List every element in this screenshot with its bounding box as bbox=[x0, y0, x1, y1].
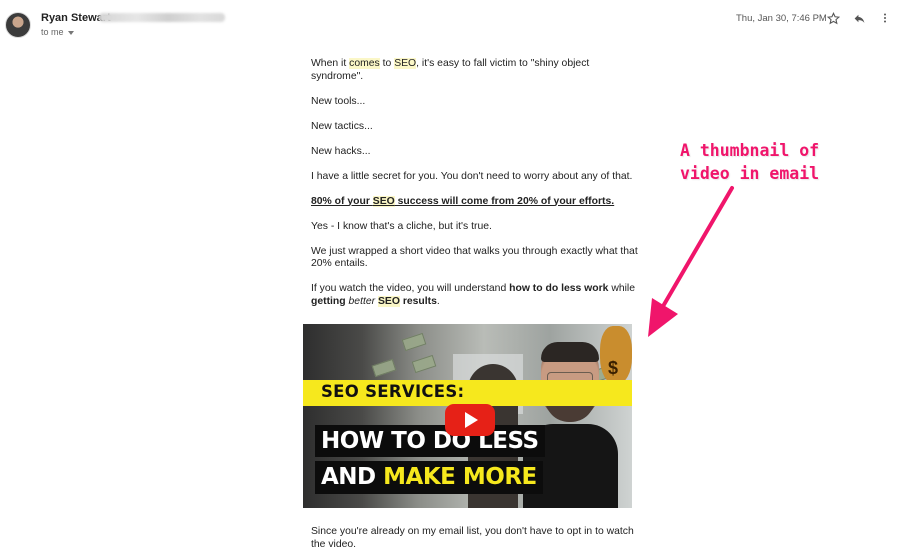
thumbnail-title-line2: AND MAKE MORE bbox=[315, 461, 543, 494]
reply-button[interactable] bbox=[850, 9, 868, 27]
paragraph-new-tactics: New tactics... bbox=[311, 120, 373, 132]
sender-avatar[interactable] bbox=[5, 12, 31, 38]
money-bill-icon bbox=[401, 332, 427, 352]
highlighted-term: comes bbox=[349, 58, 380, 69]
sender-email-redacted bbox=[99, 13, 225, 22]
paragraph-intro: When it comes to SEO, it's easy to fall … bbox=[311, 58, 590, 82]
more-options-button[interactable] bbox=[876, 9, 894, 27]
paragraph-new-hacks: New hacks... bbox=[311, 145, 371, 157]
paragraph-video-intro: We just wrapped a short video that walks… bbox=[311, 245, 638, 270]
thumbnail-banner-text: SEO SERVICES: bbox=[321, 382, 465, 401]
recipient-details-toggle[interactable]: to me bbox=[41, 27, 74, 37]
highlighted-term: SEO bbox=[377, 295, 400, 307]
paragraph-watch: If you watch the video, you will underst… bbox=[311, 283, 636, 307]
paragraph-new-tools: New tools... bbox=[311, 95, 366, 107]
more-vert-icon bbox=[884, 13, 886, 23]
email-date: Thu, Jan 30, 7:46 PM bbox=[736, 13, 827, 24]
money-bill-icon bbox=[411, 354, 437, 374]
email-body: When it comes to SEO, it's easy to fall … bbox=[311, 58, 641, 321]
reply-icon bbox=[854, 14, 864, 23]
paragraph-secret: I have a little secret for you. You don'… bbox=[311, 170, 633, 182]
dollar-sign: $ bbox=[608, 358, 619, 378]
paragraph-cliche: Yes - I know that's a cliche, but it's t… bbox=[311, 220, 492, 232]
video-thumbnail-link[interactable]: $ SEO SERVICES: HOW TO DO LESS AND MAKE … bbox=[303, 324, 632, 508]
email-header: Ryan Stewart to me Thu, Jan 30, 7:46 PM bbox=[0, 0, 900, 45]
star-icon bbox=[826, 11, 840, 24]
highlighted-term: SEO bbox=[372, 195, 395, 207]
youtube-play-button[interactable] bbox=[445, 404, 495, 436]
annotation-arrow-icon bbox=[648, 186, 734, 337]
caret-down-icon bbox=[67, 30, 74, 35]
paragraph-opt-in: Since you're already on my email list, y… bbox=[311, 526, 634, 550]
star-button[interactable] bbox=[824, 9, 842, 27]
thumbnail-title-line1: HOW TO DO LESS bbox=[315, 425, 545, 457]
money-bill-icon bbox=[371, 358, 397, 378]
paragraph-80-20: 80% of your SEO success will come from 2… bbox=[311, 195, 615, 207]
annotation-label: A thumbnail of video in email bbox=[680, 141, 820, 183]
recipient-label: to me bbox=[41, 27, 64, 37]
youtube-play-icon bbox=[465, 412, 478, 428]
highlighted-term: SEO bbox=[394, 58, 417, 69]
